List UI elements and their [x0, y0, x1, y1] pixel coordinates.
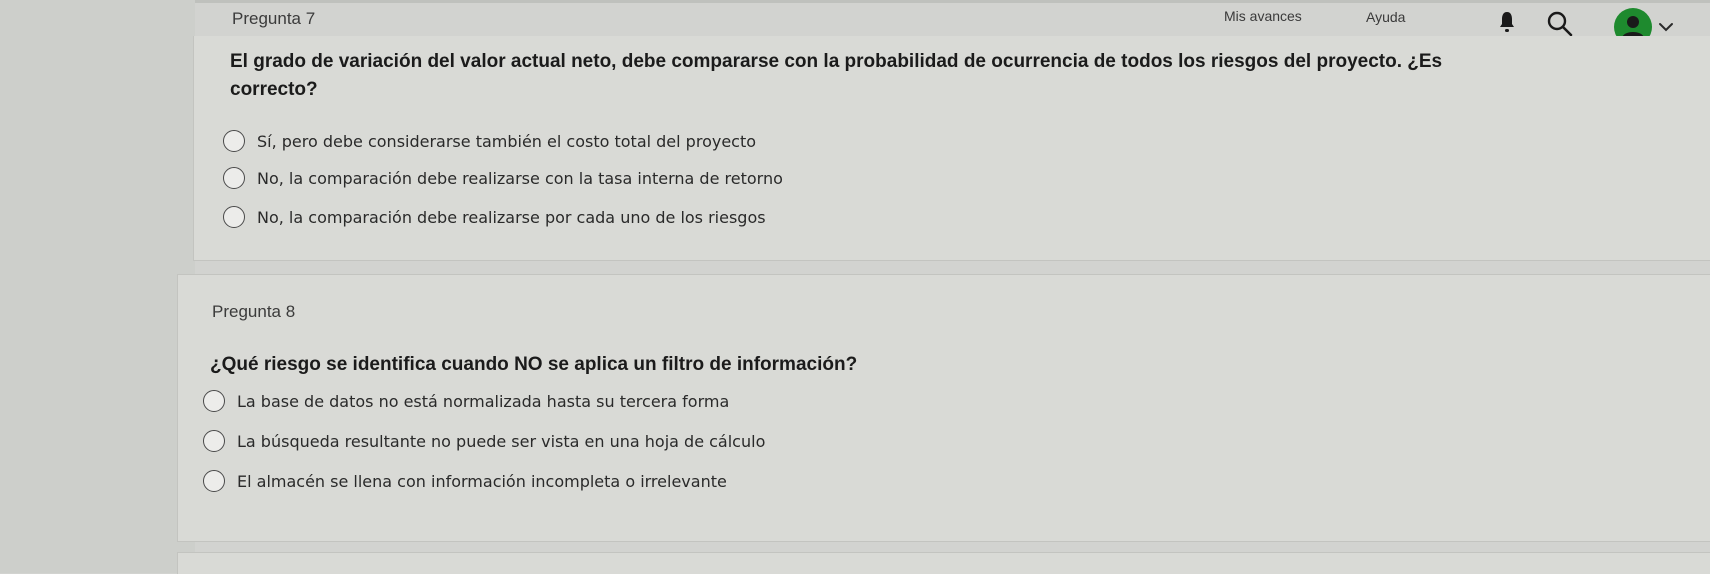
radio-button[interactable] — [203, 390, 225, 412]
nav-my-progress-link[interactable]: Mis avances — [1224, 8, 1302, 24]
answer-option[interactable]: La base de datos no está normalizada has… — [203, 387, 729, 415]
answer-option-label: Sí, pero debe considerarse también el co… — [257, 131, 757, 151]
question-number: Pregunta 8 — [212, 302, 296, 321]
answer-option[interactable]: La búsqueda resultante no puede ser vist… — [203, 427, 765, 455]
question-text: ¿Qué riesgo se identifica cuando NO se a… — [210, 351, 1670, 379]
bell-icon[interactable] — [1498, 10, 1516, 34]
page-left-margin — [0, 0, 195, 573]
top-bar-edge — [195, 0, 1710, 3]
answer-option[interactable]: No, la comparación debe realizarse con l… — [223, 164, 783, 192]
answer-option-label: No, la comparación debe realizarse por c… — [257, 207, 766, 227]
question-text-line: El grado de variación del valor actual n… — [230, 51, 1443, 72]
answer-option-label: El almacén se llena con información inco… — [237, 471, 727, 491]
answer-option-label: La base de datos no está normalizada has… — [237, 391, 730, 411]
answer-option[interactable]: No, la comparación debe realizarse por c… — [223, 203, 766, 231]
answer-option-label: No, la comparación debe realizarse con l… — [257, 168, 783, 188]
radio-button[interactable] — [203, 470, 225, 492]
question-number: Pregunta 7 — [232, 9, 316, 28]
radio-button[interactable] — [223, 167, 245, 189]
answer-option[interactable]: El almacén se llena con información inco… — [203, 467, 727, 495]
radio-button[interactable] — [223, 206, 245, 228]
question-text-line: correcto? — [230, 79, 318, 100]
chevron-down-icon[interactable] — [1657, 20, 1675, 34]
nav-help-link[interactable]: Ayuda — [1366, 9, 1405, 25]
answer-option[interactable]: Sí, pero debe considerarse también el co… — [223, 127, 756, 155]
answer-option-label: La búsqueda resultante no puede ser vist… — [237, 431, 766, 451]
next-question-card-edge — [177, 552, 1710, 574]
radio-button[interactable] — [223, 130, 245, 152]
question-text-line: ¿Qué riesgo se identifica cuando NO se a… — [210, 354, 858, 375]
radio-button[interactable] — [203, 430, 225, 452]
search-icon[interactable] — [1545, 9, 1575, 39]
question-text: El grado de variación del valor actual n… — [230, 48, 1690, 104]
